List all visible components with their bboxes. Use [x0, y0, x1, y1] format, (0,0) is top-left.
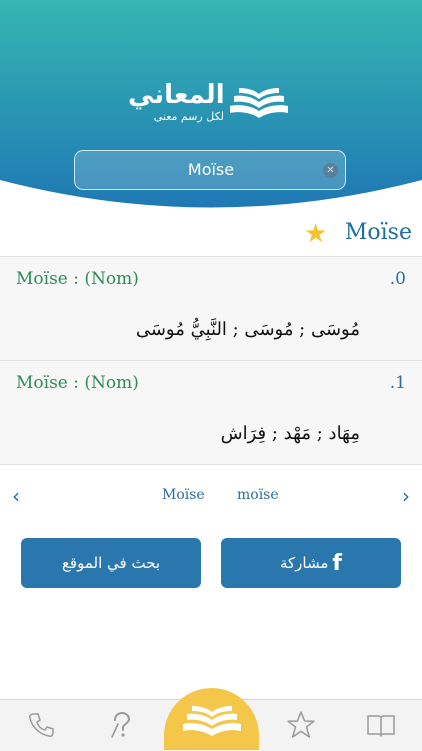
clear-search-icon[interactable]: ✕	[323, 163, 338, 178]
logo-title: المعاني	[128, 80, 225, 110]
app-logo: المعاني لكل رسم معنى	[128, 80, 298, 130]
entry-heading: Moïse : (Nom)	[16, 269, 139, 289]
logo-subtitle: لكل رسم معنى	[153, 110, 224, 123]
word-title: Moïse	[344, 220, 412, 245]
entry-translation: مِهَاد ; مَهْد ; فِرَاش	[220, 423, 360, 444]
favorite-star-icon[interactable]: ★	[304, 219, 327, 249]
phone-icon[interactable]	[26, 710, 56, 740]
translation-entry: Moïse : (Nom) .0 مُوسَى ; مُوسَى ; النَّ…	[0, 256, 422, 360]
question-icon[interactable]	[106, 710, 136, 740]
search-input[interactable]: Moïse	[75, 151, 347, 189]
word-title-row: ★ Moïse	[0, 214, 422, 256]
chevron-left-icon[interactable]: ‹	[12, 484, 20, 508]
pager-word-next[interactable]: moïse	[237, 487, 279, 503]
search-field[interactable]: Moïse ✕	[74, 150, 346, 190]
search-site-button[interactable]: بحث في الموقع	[21, 538, 201, 588]
header: المعاني لكل رسم معنى Moïse ✕	[0, 0, 422, 215]
entry-heading: Moïse : (Nom)	[16, 373, 139, 393]
entry-number: .0	[389, 269, 406, 289]
search-site-label: بحث في الموقع	[61, 554, 161, 572]
translation-list: Moïse : (Nom) .0 مُوسَى ; مُوسَى ; النَّ…	[0, 256, 422, 465]
entry-translation: مُوسَى ; مُوسَى ; النَّبِيُّ مُوسَى	[135, 319, 360, 340]
share-button[interactable]: مشاركة f	[221, 538, 401, 588]
book-logo-icon	[230, 88, 288, 118]
facebook-icon: f	[332, 551, 342, 576]
share-label: مشاركة	[280, 554, 329, 572]
home-tab[interactable]	[164, 688, 259, 750]
pager-word-previous[interactable]: Moïse	[162, 487, 205, 503]
translation-entry: Moïse : (Nom) .1 مِهَاد ; مَهْد ; فِرَاش	[0, 360, 422, 465]
chevron-right-icon[interactable]: ›	[402, 484, 410, 508]
dictionary-icon[interactable]	[366, 710, 396, 740]
entry-number: .1	[389, 373, 406, 393]
star-outline-icon[interactable]	[286, 710, 316, 740]
word-pager: ‹ Moïse moïse ›	[0, 480, 422, 512]
book-open-icon	[183, 706, 241, 736]
